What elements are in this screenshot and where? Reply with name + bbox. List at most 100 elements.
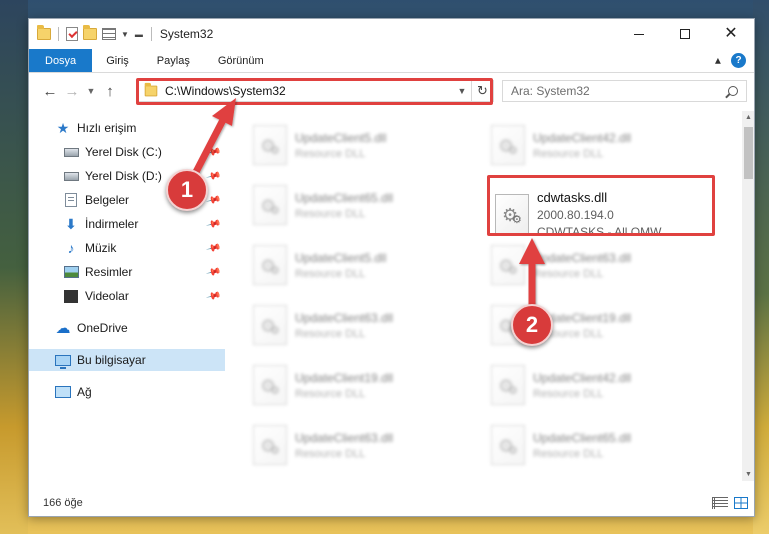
forward-button[interactable]: → bbox=[61, 83, 83, 100]
file-description: Resource DLL bbox=[295, 147, 366, 160]
file-name: UpdateClient5.dll bbox=[295, 250, 387, 265]
address-bar[interactable]: C:\Windows\System32 ▼ ↻ bbox=[138, 80, 494, 102]
dll-file-icon bbox=[491, 425, 525, 465]
chevron-down-icon[interactable]: ▼ bbox=[121, 30, 129, 39]
file-name: UpdateClient42.dll bbox=[533, 130, 632, 145]
address-dropdown-icon[interactable]: ▼ bbox=[453, 86, 471, 96]
file-list: UpdateClient5.dll Resource DLL UpdateClie… bbox=[227, 111, 742, 481]
search-box[interactable]: Ara: System32 bbox=[502, 80, 747, 102]
recent-locations-button[interactable]: ▼ bbox=[83, 86, 99, 96]
file-tile[interactable]: UpdateClient19.dll Resource DLL bbox=[249, 357, 474, 413]
tiles-view-icon[interactable] bbox=[734, 497, 748, 509]
file-description: Resource DLL bbox=[533, 147, 604, 160]
videos-icon bbox=[63, 289, 79, 303]
dll-file-icon bbox=[253, 125, 287, 165]
search-icon[interactable] bbox=[728, 86, 738, 96]
properties-icon[interactable] bbox=[66, 27, 78, 41]
scroll-thumb[interactable] bbox=[744, 127, 753, 179]
tab-home[interactable]: Giriş bbox=[92, 49, 143, 72]
up-button[interactable]: ↑ bbox=[99, 83, 121, 100]
file-tile[interactable]: UpdateClient42.dll Resource DLL bbox=[487, 117, 712, 173]
tab-view[interactable]: Görünüm bbox=[204, 49, 278, 72]
search-placeholder[interactable]: Ara: System32 bbox=[511, 84, 590, 98]
file-description: Resource DLL bbox=[533, 447, 604, 460]
dll-file-icon bbox=[253, 305, 287, 345]
scroll-up-icon[interactable]: ▲ bbox=[742, 111, 754, 124]
scroll-down-icon[interactable]: ▼ bbox=[742, 468, 754, 481]
file-tile[interactable]: UpdateClient63.dll Resource DLL bbox=[249, 417, 474, 473]
dll-file-icon bbox=[253, 365, 287, 405]
nav-label: Yerel Disk (C:) bbox=[85, 145, 162, 159]
nav-item-downloads[interactable]: ⬇ İndirmeler 📌 bbox=[29, 213, 225, 235]
quick-access-toolbar: ▼ bbox=[37, 25, 129, 41]
nav-item-local-disk-c[interactable]: Yerel Disk (C:) 📌 bbox=[29, 141, 225, 163]
file-tile[interactable]: UpdateClient63.dll Resource DLL bbox=[249, 297, 474, 353]
disk-icon bbox=[63, 145, 79, 159]
details-view-icon[interactable] bbox=[712, 497, 728, 509]
pin-icon[interactable]: 📌 bbox=[205, 168, 221, 184]
file-version: 2000.80.194.0 bbox=[537, 207, 614, 222]
file-name: UpdateClient19.dll bbox=[295, 370, 394, 385]
documents-icon bbox=[63, 193, 79, 207]
nav-item-onedrive[interactable]: ☁ OneDrive bbox=[29, 317, 225, 339]
nav-item-quick-access[interactable]: ★ Hızlı erişim bbox=[29, 117, 225, 139]
music-icon: ♪ bbox=[67, 240, 75, 256]
nav-label: Yerel Disk (D:) bbox=[85, 169, 162, 183]
nav-item-network[interactable]: Ağ bbox=[29, 381, 225, 403]
customize-toolbar-icon[interactable]: ▬ bbox=[135, 30, 143, 39]
pin-icon[interactable]: 📌 bbox=[205, 288, 221, 304]
pin-icon[interactable]: 📌 bbox=[205, 240, 221, 256]
vertical-scrollbar[interactable]: ▲ ▼ bbox=[742, 111, 754, 481]
pin-icon[interactable]: 📌 bbox=[205, 216, 221, 232]
close-button[interactable]: ✕ bbox=[708, 19, 754, 49]
callout-step-2: 2 bbox=[511, 304, 553, 346]
file-name: UpdateClient63.dll bbox=[295, 430, 394, 445]
refresh-button[interactable]: ↻ bbox=[471, 81, 493, 101]
minimize-button[interactable] bbox=[616, 19, 662, 49]
disk-icon bbox=[63, 169, 79, 183]
nav-item-videos[interactable]: Videolar 📌 bbox=[29, 285, 225, 307]
file-name: UpdateClient65.dll bbox=[533, 430, 632, 445]
help-icon[interactable]: ? bbox=[731, 53, 746, 68]
dll-file-icon bbox=[491, 125, 525, 165]
nav-item-this-pc[interactable]: Bu bilgisayar bbox=[29, 349, 225, 371]
file-description: Resource DLL bbox=[533, 387, 604, 400]
nav-label: OneDrive bbox=[77, 321, 128, 335]
maximize-icon bbox=[680, 29, 690, 39]
file-name: UpdateClient5.dll bbox=[295, 130, 387, 145]
file-tile[interactable]: UpdateClient5.dll Resource DLL bbox=[249, 117, 474, 173]
back-button[interactable]: ← bbox=[39, 83, 61, 100]
file-tile[interactable]: UpdateClient5.dll Resource DLL bbox=[249, 237, 474, 293]
nav-label: İndirmeler bbox=[85, 217, 139, 231]
view-options-icon[interactable] bbox=[102, 28, 116, 40]
pictures-icon bbox=[63, 265, 79, 279]
folder-icon bbox=[37, 25, 51, 40]
ribbon-tabs: Dosya Giriş Paylaş Görünüm ▼ ? bbox=[29, 49, 754, 73]
expand-ribbon-icon[interactable]: ▼ bbox=[713, 55, 723, 66]
nav-label: Müzik bbox=[85, 241, 117, 255]
dll-file-icon bbox=[491, 245, 525, 285]
tab-share[interactable]: Paylaş bbox=[143, 49, 204, 72]
address-path[interactable]: C:\Windows\System32 bbox=[165, 84, 286, 98]
tab-file[interactable]: Dosya bbox=[29, 49, 93, 72]
file-tile[interactable]: UpdateClient63.dll Resource DLL bbox=[487, 237, 712, 293]
title-bar: ▼ ▬ System32 ✕ bbox=[29, 19, 754, 49]
close-icon: ✕ bbox=[724, 25, 738, 42]
nav-item-music[interactable]: ♪ Müzik 📌 bbox=[29, 237, 225, 259]
file-description: Resource DLL bbox=[295, 207, 366, 220]
pin-icon[interactable]: 📌 bbox=[205, 144, 221, 160]
minimize-icon bbox=[634, 33, 644, 35]
file-description: Resource DLL bbox=[295, 447, 366, 460]
file-tile[interactable]: UpdateClient65.dll Resource DLL bbox=[249, 177, 474, 233]
nav-label: Ağ bbox=[77, 385, 92, 399]
file-tile[interactable]: UpdateClient65.dll Resource DLL bbox=[487, 417, 712, 473]
window-title: System32 bbox=[159, 27, 214, 41]
file-description: Resource DLL bbox=[295, 387, 366, 400]
new-folder-icon[interactable] bbox=[83, 25, 97, 40]
nav-label: Hızlı erişim bbox=[77, 121, 137, 135]
nav-item-pictures[interactable]: Resimler 📌 bbox=[29, 261, 225, 283]
file-tile[interactable]: UpdateClient42.dll Resource DLL bbox=[487, 357, 712, 413]
pin-icon[interactable]: 📌 bbox=[205, 264, 221, 280]
dll-file-icon bbox=[495, 194, 529, 234]
maximize-button[interactable] bbox=[662, 19, 708, 49]
